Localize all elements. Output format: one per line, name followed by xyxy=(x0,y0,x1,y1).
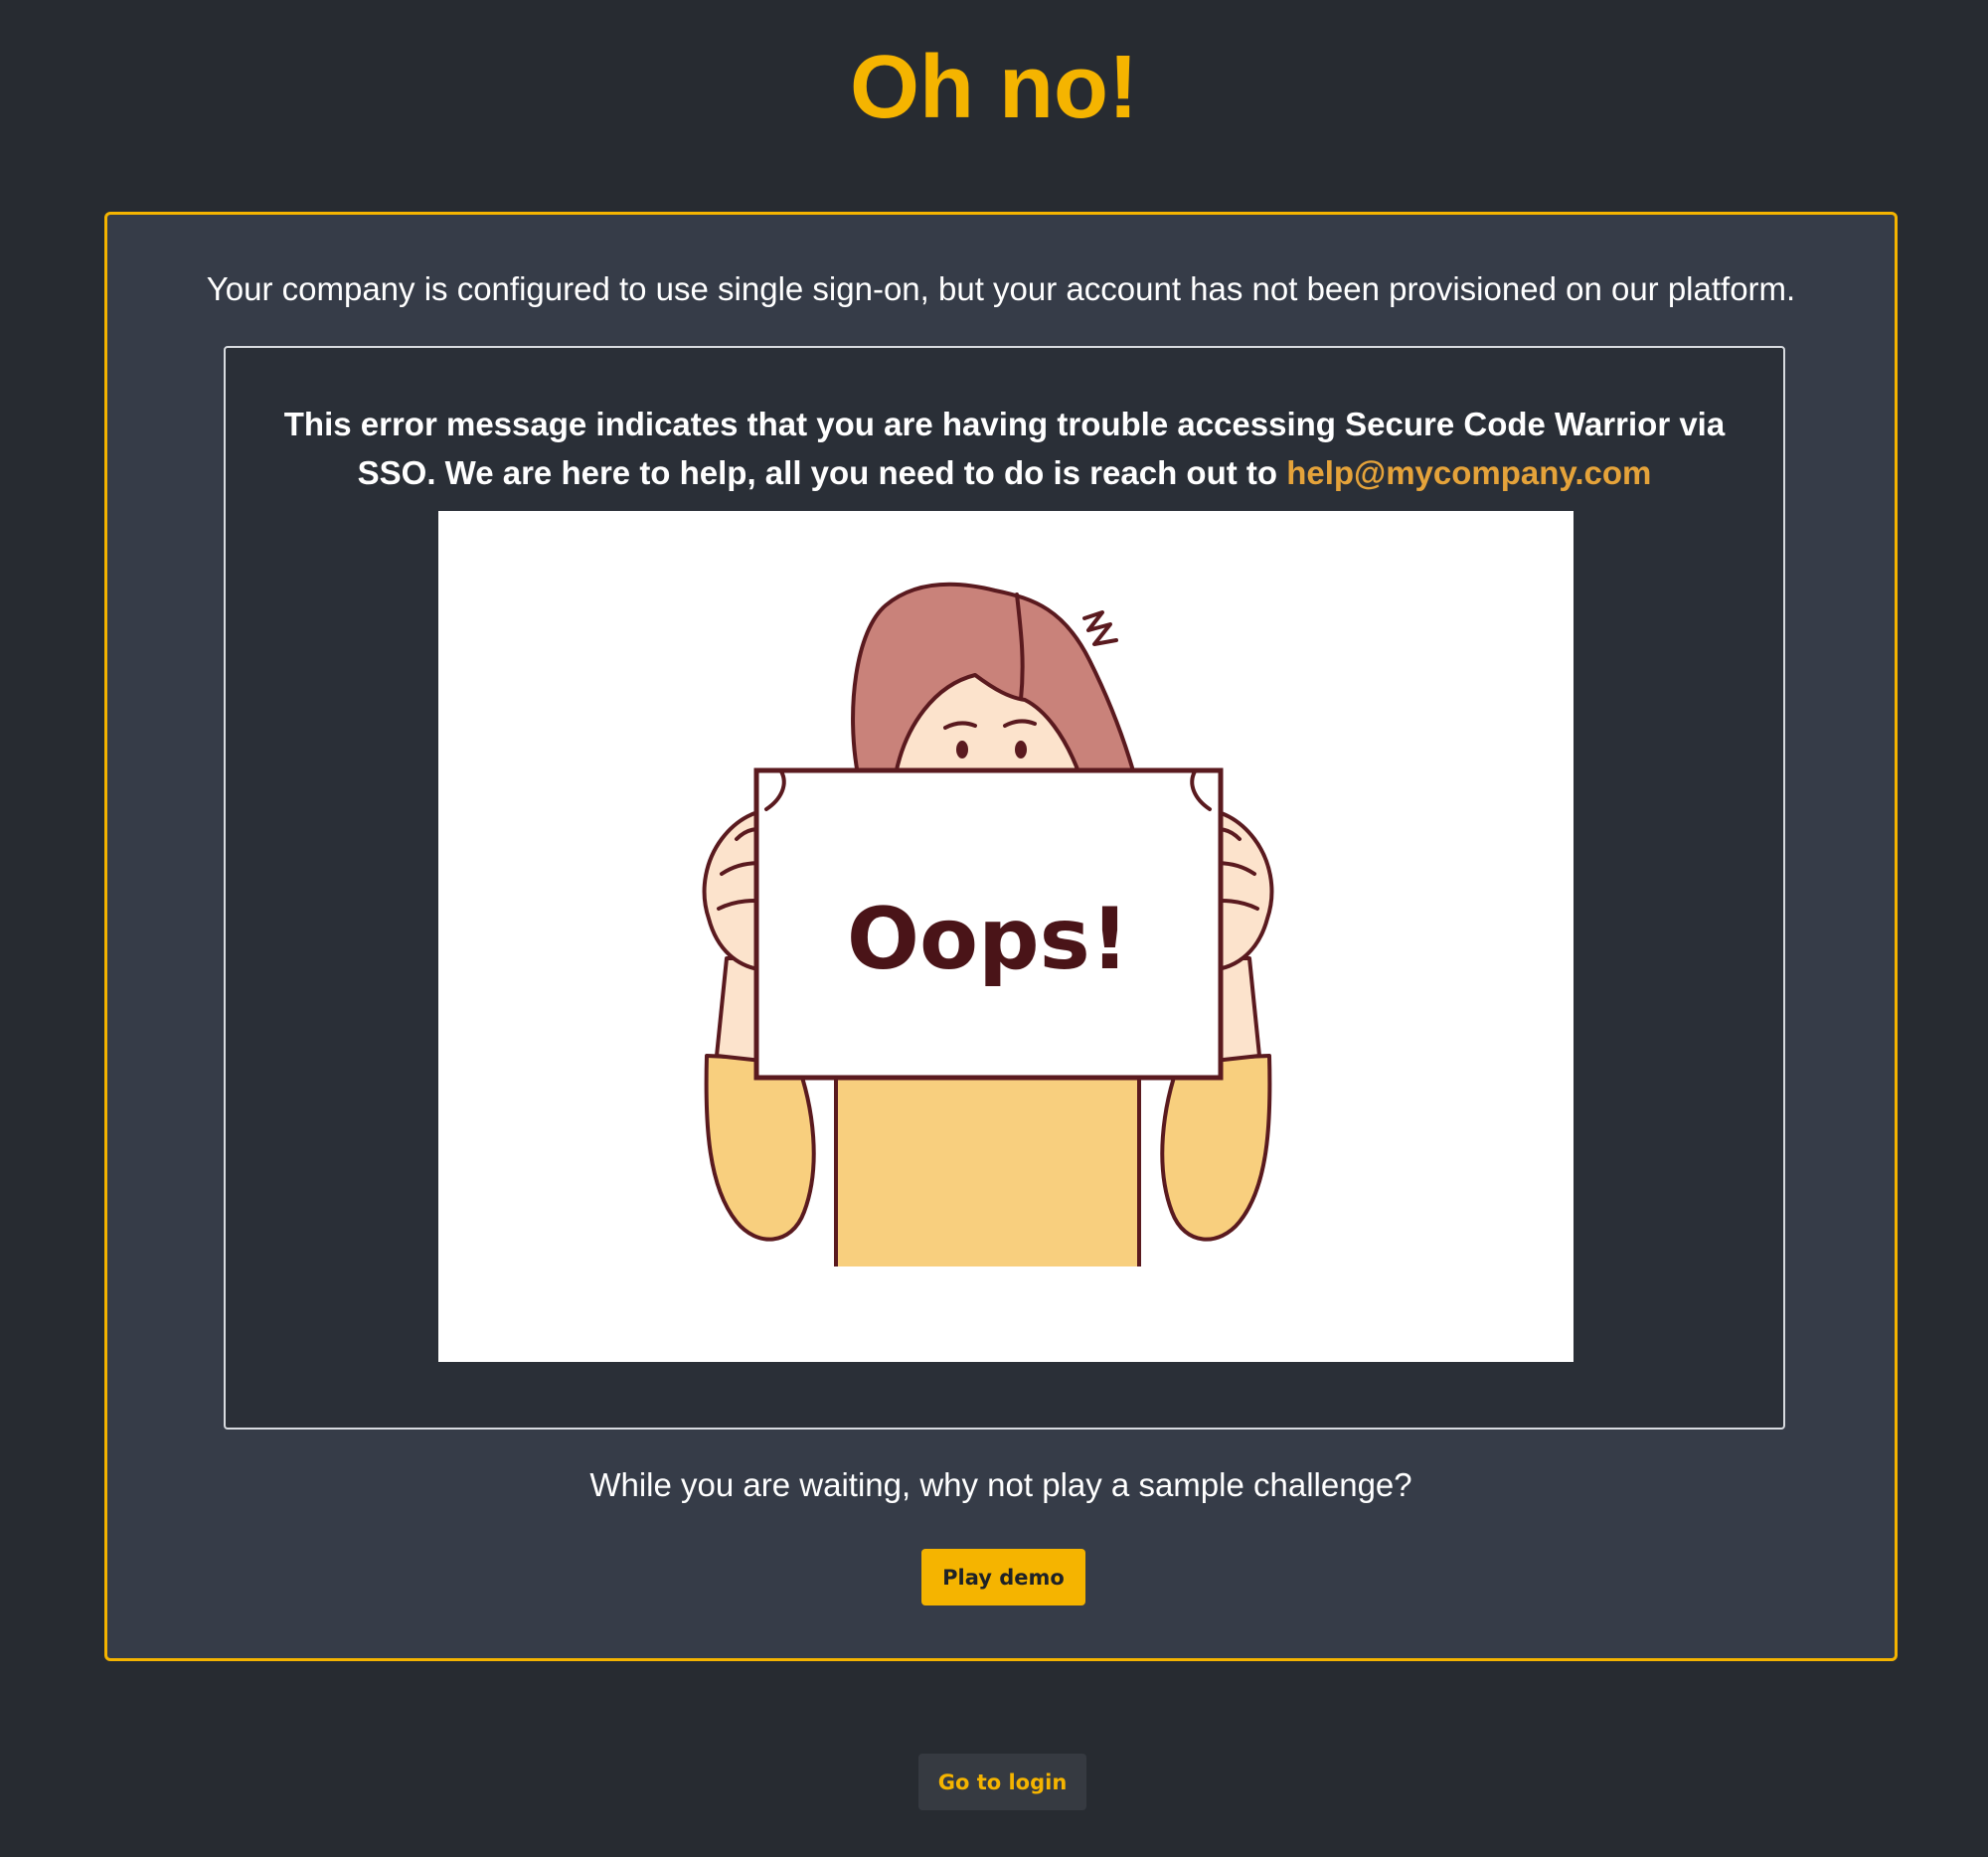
intro-message: Your company is configured to use single… xyxy=(206,270,1796,307)
oops-illustration: Oops! xyxy=(438,511,1574,1362)
play-demo-button[interactable]: Play demo xyxy=(921,1549,1085,1605)
help-email-link[interactable]: help@mycompany.com xyxy=(1286,454,1651,491)
help-panel: This error message indicates that you ar… xyxy=(224,346,1785,1430)
waiting-message: While you are waiting, why not play a sa… xyxy=(589,1466,1412,1503)
sign-text: Oops! xyxy=(847,890,1129,989)
go-to-login-button[interactable]: Go to login xyxy=(918,1754,1086,1810)
page-title: Oh no! xyxy=(850,38,1138,137)
sso-error-card: Your company is configured to use single… xyxy=(104,212,1898,1661)
help-message: This error message indicates that you ar… xyxy=(255,400,1753,497)
